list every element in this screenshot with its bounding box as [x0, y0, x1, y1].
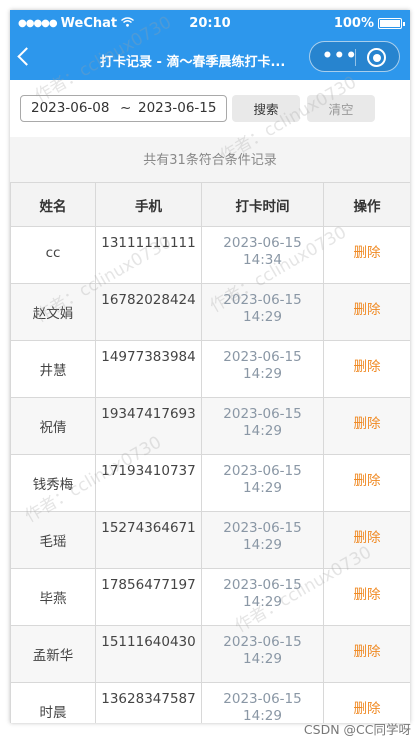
cell-phone: 15111640430 [101, 634, 196, 650]
table-row: cc 13111111111 2023-06-15 14:34 删除 [10, 226, 410, 284]
search-bar: 2023-06-08 ~ 2023-06-15 搜索 清空 [10, 80, 410, 137]
search-button[interactable]: 搜索 [232, 95, 300, 122]
checkin-date: 2023-06-15 [223, 634, 302, 650]
cell-name: 井慧 [39, 363, 67, 379]
checkin-date: 2023-06-15 [223, 577, 302, 593]
cell-phone: 19347417693 [101, 406, 196, 422]
status-right: 100% [333, 16, 405, 31]
delete-button[interactable]: 删除 [324, 284, 410, 318]
battery-label: 100% [333, 16, 374, 31]
start-date[interactable]: 2023-06-08 [31, 100, 109, 116]
status-bar: ●●●●● WeChat 20:10 100% [10, 10, 410, 38]
checkin-clock: 14:29 [243, 480, 282, 496]
table-row: 祝倩 19347417693 2023-06-15 14:29 删除 [10, 397, 410, 455]
checkin-clock: 14:29 [243, 594, 282, 610]
checkin-clock: 14:29 [243, 537, 282, 553]
cell-phone: 16782028424 [101, 292, 196, 308]
cell-phone: 15274364671 [101, 520, 196, 536]
checkin-date: 2023-06-15 [223, 292, 302, 308]
checkin-date: 2023-06-15 [223, 406, 302, 422]
table-row: 孟新华 15111640430 2023-06-15 14:29 删除 [10, 625, 410, 683]
back-icon[interactable] [17, 47, 36, 66]
capsule-divider [355, 49, 356, 66]
cell-phone: 13111111111 [101, 235, 196, 251]
header-name: 姓名 [10, 182, 96, 227]
date-separator: ~ [120, 100, 132, 116]
cell-name: 时晨 [39, 705, 67, 721]
page-title: 打卡记录 - 滴～春季晨练打卡... [100, 55, 286, 70]
table-row: 毕燕 17856477197 2023-06-15 14:29 删除 [10, 568, 410, 626]
end-date[interactable]: 2023-06-15 [138, 100, 216, 116]
checkin-clock: 14:29 [243, 366, 282, 382]
table-row: 钱秀梅 17193410737 2023-06-15 14:29 删除 [10, 454, 410, 512]
checkin-clock: 14:29 [243, 651, 282, 667]
delete-button[interactable]: 删除 [324, 626, 410, 660]
cell-checkin-time: 2023-06-15 14:29 [202, 626, 323, 668]
delete-button[interactable]: 删除 [324, 398, 410, 432]
checkin-clock: 14:34 [243, 252, 282, 268]
phone-screen: ●●●●● WeChat 20:10 100% 打卡记录 - 滴～春季晨练打卡.… [10, 10, 410, 723]
cell-name: 孟新华 [32, 648, 74, 664]
table-row: 毛瑶 15274364671 2023-06-15 14:29 删除 [10, 511, 410, 569]
cell-checkin-time: 2023-06-15 14:34 [202, 227, 323, 269]
delete-button[interactable]: 删除 [324, 512, 410, 546]
table-row: 时晨 13628347587 2023-06-15 14:29 删除 [10, 682, 410, 723]
checkin-date: 2023-06-15 [223, 520, 302, 536]
cell-name: 毕燕 [39, 591, 67, 607]
delete-button[interactable]: 删除 [324, 341, 410, 375]
delete-button[interactable]: 删除 [324, 455, 410, 489]
cell-phone: 17856477197 [101, 577, 196, 593]
delete-button[interactable]: 删除 [324, 569, 410, 603]
checkin-clock: 14:29 [243, 309, 282, 325]
cell-name: 祝倩 [39, 420, 67, 436]
more-icon[interactable]: ••• [322, 46, 358, 66]
records-table: 姓名 手机 打卡时间 操作 cc 13111111111 2023-06-15 14:… [10, 182, 410, 723]
cell-name: 毛瑶 [39, 534, 67, 550]
cell-phone: 13628347587 [101, 691, 196, 707]
cell-phone: 14977383984 [101, 349, 196, 365]
nav-bar: 打卡记录 - 滴～春季晨练打卡... ••• [10, 38, 410, 80]
checkin-date: 2023-06-15 [223, 235, 302, 251]
header-checkin-time: 打卡时间 [201, 182, 324, 227]
cell-checkin-time: 2023-06-15 14:29 [202, 455, 323, 497]
checkin-date: 2023-06-15 [223, 463, 302, 479]
cell-phone: 17193410737 [101, 463, 196, 479]
delete-button[interactable]: 删除 [324, 227, 410, 261]
clear-button[interactable]: 清空 [307, 95, 375, 122]
cell-checkin-time: 2023-06-15 14:29 [202, 512, 323, 554]
cell-checkin-time: 2023-06-15 14:29 [202, 683, 323, 723]
delete-button[interactable]: 删除 [324, 683, 410, 717]
checkin-date: 2023-06-15 [223, 349, 302, 365]
cell-checkin-time: 2023-06-15 14:29 [202, 398, 323, 440]
checkin-clock: 14:29 [243, 423, 282, 439]
cell-name: cc [45, 245, 61, 261]
top-bar: ●●●●● WeChat 20:10 100% 打卡记录 - 滴～春季晨练打卡.… [10, 10, 410, 80]
cell-checkin-time: 2023-06-15 14:29 [202, 284, 323, 326]
cell-checkin-time: 2023-06-15 14:29 [202, 341, 323, 383]
cell-checkin-time: 2023-06-15 14:29 [202, 569, 323, 611]
mini-program-capsule: ••• [309, 41, 400, 72]
close-miniprogram-icon[interactable] [367, 48, 386, 67]
result-count: 共有31条符合条件记录 [143, 153, 277, 168]
battery-icon [378, 18, 405, 29]
cell-name: 钱秀梅 [32, 477, 74, 493]
table-row: 井慧 14977383984 2023-06-15 14:29 删除 [10, 340, 410, 398]
header-phone: 手机 [95, 182, 202, 227]
cell-name: 赵文娟 [32, 306, 74, 322]
table-header-row: 姓名 手机 打卡时间 操作 [10, 182, 410, 227]
header-action: 操作 [323, 182, 410, 227]
checkin-date: 2023-06-15 [223, 691, 302, 707]
csdn-credit: CSDN @CC同学呀 [303, 722, 411, 737]
date-range-picker[interactable]: 2023-06-08 ~ 2023-06-15 [20, 95, 227, 122]
table-row: 赵文娟 16782028424 2023-06-15 14:29 删除 [10, 283, 410, 341]
